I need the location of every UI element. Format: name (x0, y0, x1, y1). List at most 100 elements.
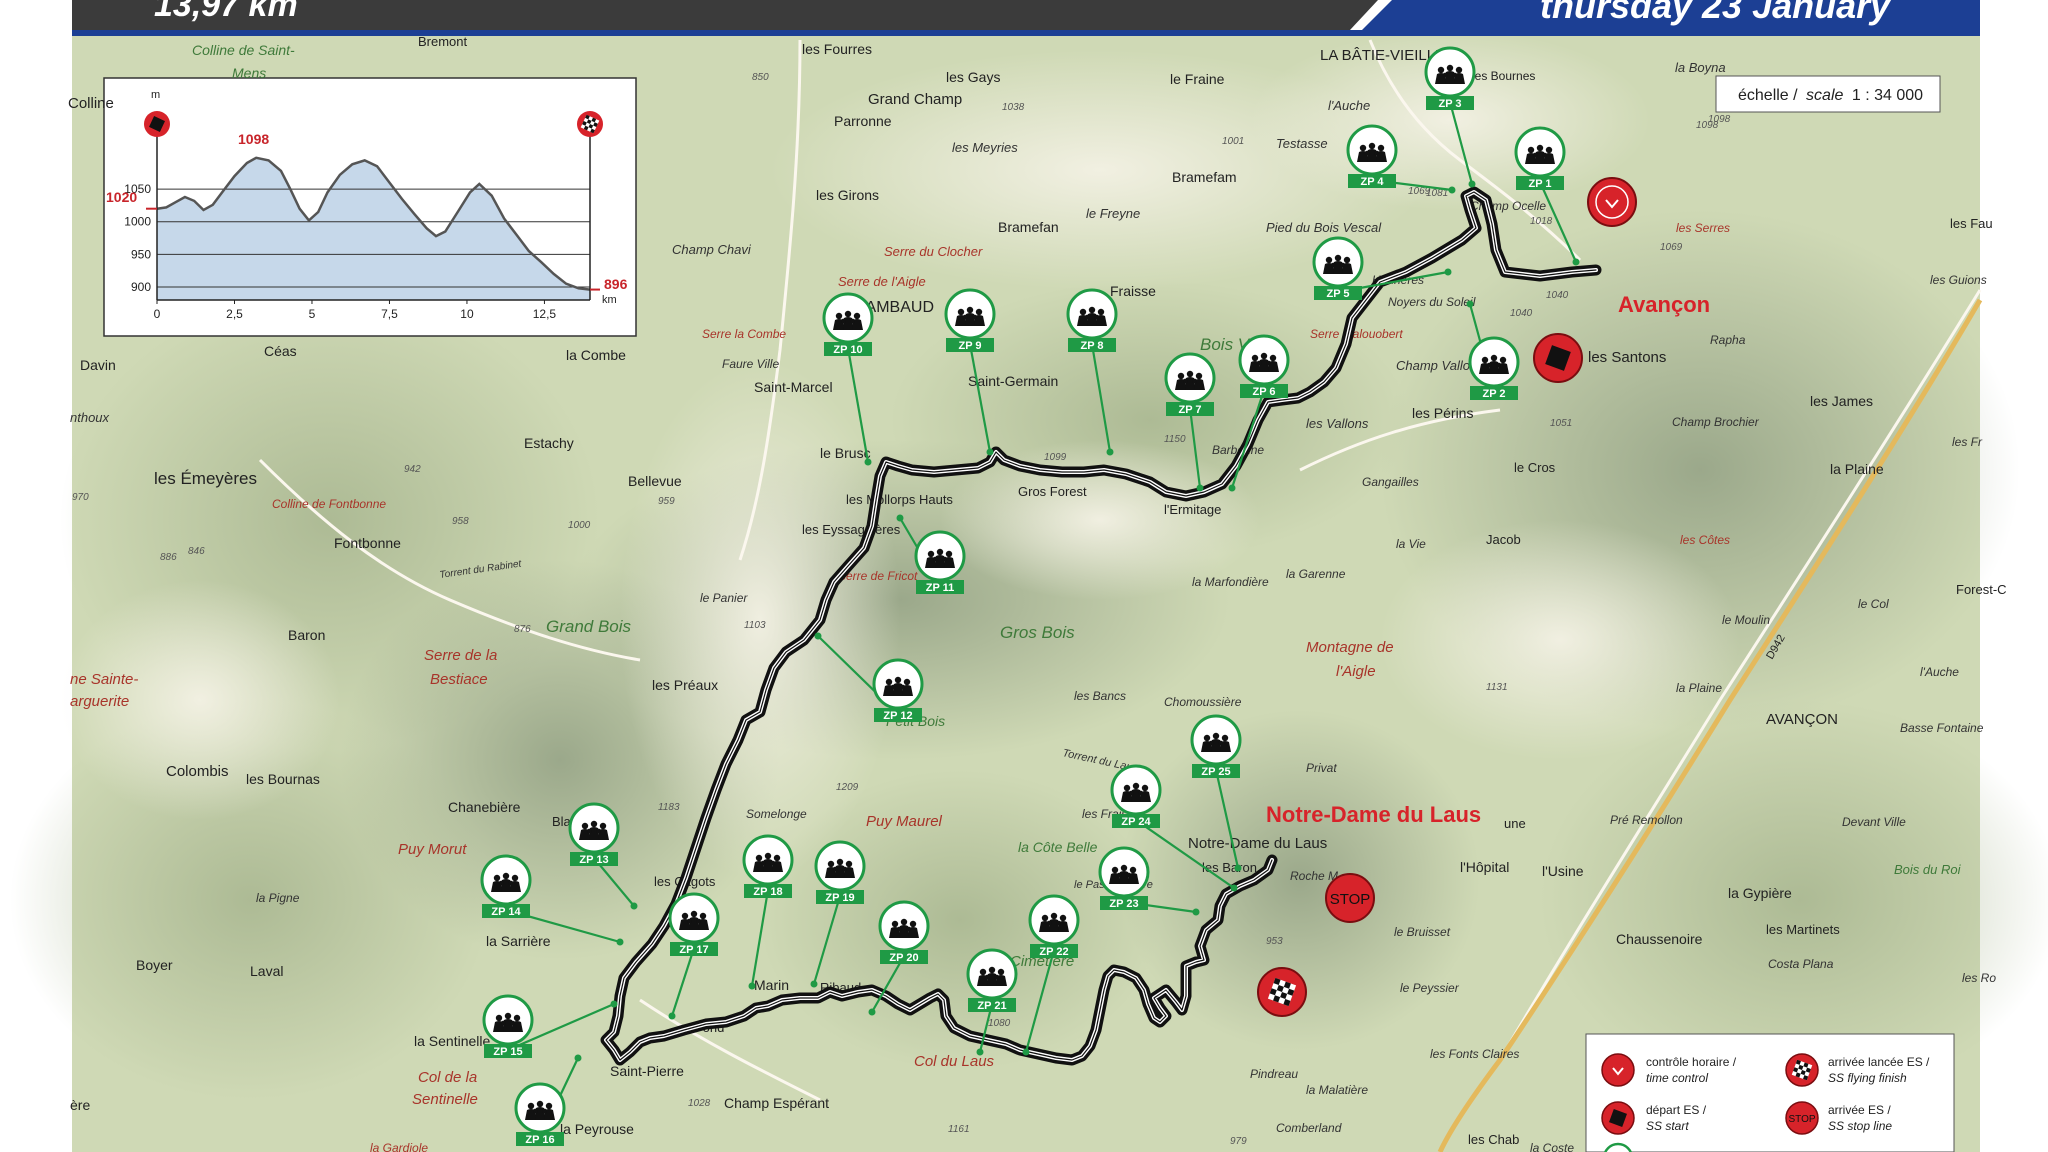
place-label: Serre de la (424, 647, 497, 664)
place-label: Champ Chavi (672, 242, 752, 257)
spectator-icon (579, 820, 609, 840)
place-label: le Fraine (1170, 71, 1225, 87)
place-label: les Serres (1676, 221, 1730, 235)
header-distance: 13,97 km (154, 0, 298, 24)
zp-label: ZP 23 (1109, 898, 1138, 910)
legend-flying-finish-fr: arrivée lancée ES / (1828, 1055, 1930, 1069)
place-label: l'Ermitage (1164, 502, 1221, 517)
place-label: l'Auche (1920, 665, 1959, 679)
place-label: les Vallons (1306, 416, 1369, 431)
place-label: Colombis (166, 763, 229, 780)
zp-anchor (1106, 448, 1114, 456)
altitude-label: 1051 (1550, 418, 1572, 429)
profile-x-tick: 2,5 (226, 307, 243, 321)
time-control-marker (1587, 177, 1637, 227)
profile-start-altitude: 1020 (106, 189, 137, 205)
place-label: les Meyries (952, 140, 1018, 155)
place-label: Costa Plana (1768, 957, 1834, 971)
altitude-label: 850 (752, 72, 769, 83)
place-label: Notre-Dame du Laus (1188, 835, 1327, 852)
place-label: Rapha (1710, 333, 1746, 347)
elevation-profile: m km 105010009509000 2,5 5 7,5 10 12,5 1098 1… (103, 77, 637, 337)
place-label: Grand Bois (546, 617, 632, 636)
place-label: Col de la (418, 1069, 477, 1086)
zp-label: ZP 18 (753, 886, 782, 898)
zp-anchor (574, 1054, 582, 1062)
zp-anchor (630, 902, 638, 910)
place-label: Bremont (418, 34, 468, 49)
place-label: Boyer (136, 957, 173, 973)
altitude-label: 953 (1266, 936, 1283, 947)
place-label: la Coste (1530, 1141, 1574, 1152)
zp-label: ZP 15 (493, 1046, 522, 1058)
zp-label: ZP 12 (883, 710, 912, 722)
zp-anchor (1230, 884, 1238, 892)
place-label: Jacob (1486, 532, 1521, 547)
zp-anchor (610, 1000, 618, 1008)
place-label: une (1504, 816, 1526, 831)
altitude-label: 1209 (836, 782, 859, 793)
altitude-label: 1040 (1510, 308, 1533, 319)
place-label: Gros Bois (1000, 623, 1075, 642)
place-label: Bellevue (628, 473, 682, 489)
spectator-icon (925, 548, 955, 568)
spectator-icon (525, 1100, 555, 1120)
place-label: les Fr (1952, 435, 1983, 449)
place-label: la Boyna (1675, 60, 1726, 75)
place-label: Baron (288, 627, 325, 643)
place-label: Roche M (1290, 869, 1338, 883)
place-label: le Panier (700, 591, 748, 605)
legend-flying-finish-icon (1785, 1053, 1819, 1087)
place-label: Chanebière (448, 799, 521, 815)
ss-flying-finish-marker (1257, 967, 1307, 1017)
spectator-icon (1109, 864, 1139, 884)
legend-time-control-en: time control (1646, 1071, 1708, 1085)
legend-flying-finish-en: SS flying finish (1828, 1071, 1907, 1085)
place-label: Col du Laus (914, 1053, 995, 1070)
spectator-icon (1479, 354, 1509, 374)
profile-finish-icon (577, 111, 603, 137)
altitude-label: 1183 (658, 802, 680, 813)
altitude-label: 1018 (1530, 216, 1553, 227)
spectator-icon (1077, 306, 1107, 326)
place-label: Forest-C (1956, 582, 2007, 597)
spectator-icon (977, 966, 1007, 986)
altitude-label: 1131 (1486, 682, 1508, 693)
svg-text:échelle / scale 1: échelle / scale 1 : 34 000 (1738, 87, 1923, 104)
place-label: Fraisse (1110, 283, 1156, 299)
altitude-label: 1069 (1660, 242, 1683, 253)
zp-anchor (976, 1048, 984, 1056)
zp-anchor (1228, 484, 1236, 492)
scale-box: échelle / scale 1 : 34 000 (1715, 75, 1941, 113)
spectator-icon (1435, 64, 1465, 84)
zp-anchor (1022, 1048, 1030, 1056)
zp-anchor (814, 632, 822, 640)
zp-label: ZP 10 (833, 344, 862, 356)
place-label: Saint-Germain (968, 373, 1058, 389)
place-label: le Cros (1514, 460, 1556, 475)
legend-time-control-icon (1601, 1053, 1635, 1087)
spectator-icon (493, 1012, 523, 1032)
place-label: la Peyrouse (560, 1121, 634, 1137)
profile-x-tick: 12,5 (533, 307, 557, 321)
altitude-label: 958 (452, 516, 469, 527)
place-label: Gangailles (1362, 475, 1419, 489)
zp-anchor (668, 1012, 676, 1020)
legend-time-control-fr: contrôle horaire / (1646, 1055, 1737, 1069)
place-label: Chaussenoire (1616, 931, 1703, 947)
altitude-label: 979 (1230, 1136, 1247, 1147)
place-label: Fontbonne (334, 535, 401, 551)
zp-label: ZP 20 (889, 952, 918, 964)
spectator-icon (679, 910, 709, 930)
place-label: les Fonts Claires (1430, 1047, 1519, 1061)
place-label: Somelonge (746, 807, 807, 821)
place-label: Estachy (524, 435, 574, 451)
spectator-icon (1121, 782, 1151, 802)
place-label: Davin (80, 357, 116, 373)
place-label: Noyers du Soleil (1388, 295, 1476, 309)
place-label: AVANÇON (1766, 711, 1838, 728)
profile-y-tick: 900 (131, 280, 151, 294)
zp-anchor (986, 448, 994, 456)
place-label: les James (1810, 393, 1873, 409)
zp-label: ZP 7 (1178, 404, 1201, 416)
